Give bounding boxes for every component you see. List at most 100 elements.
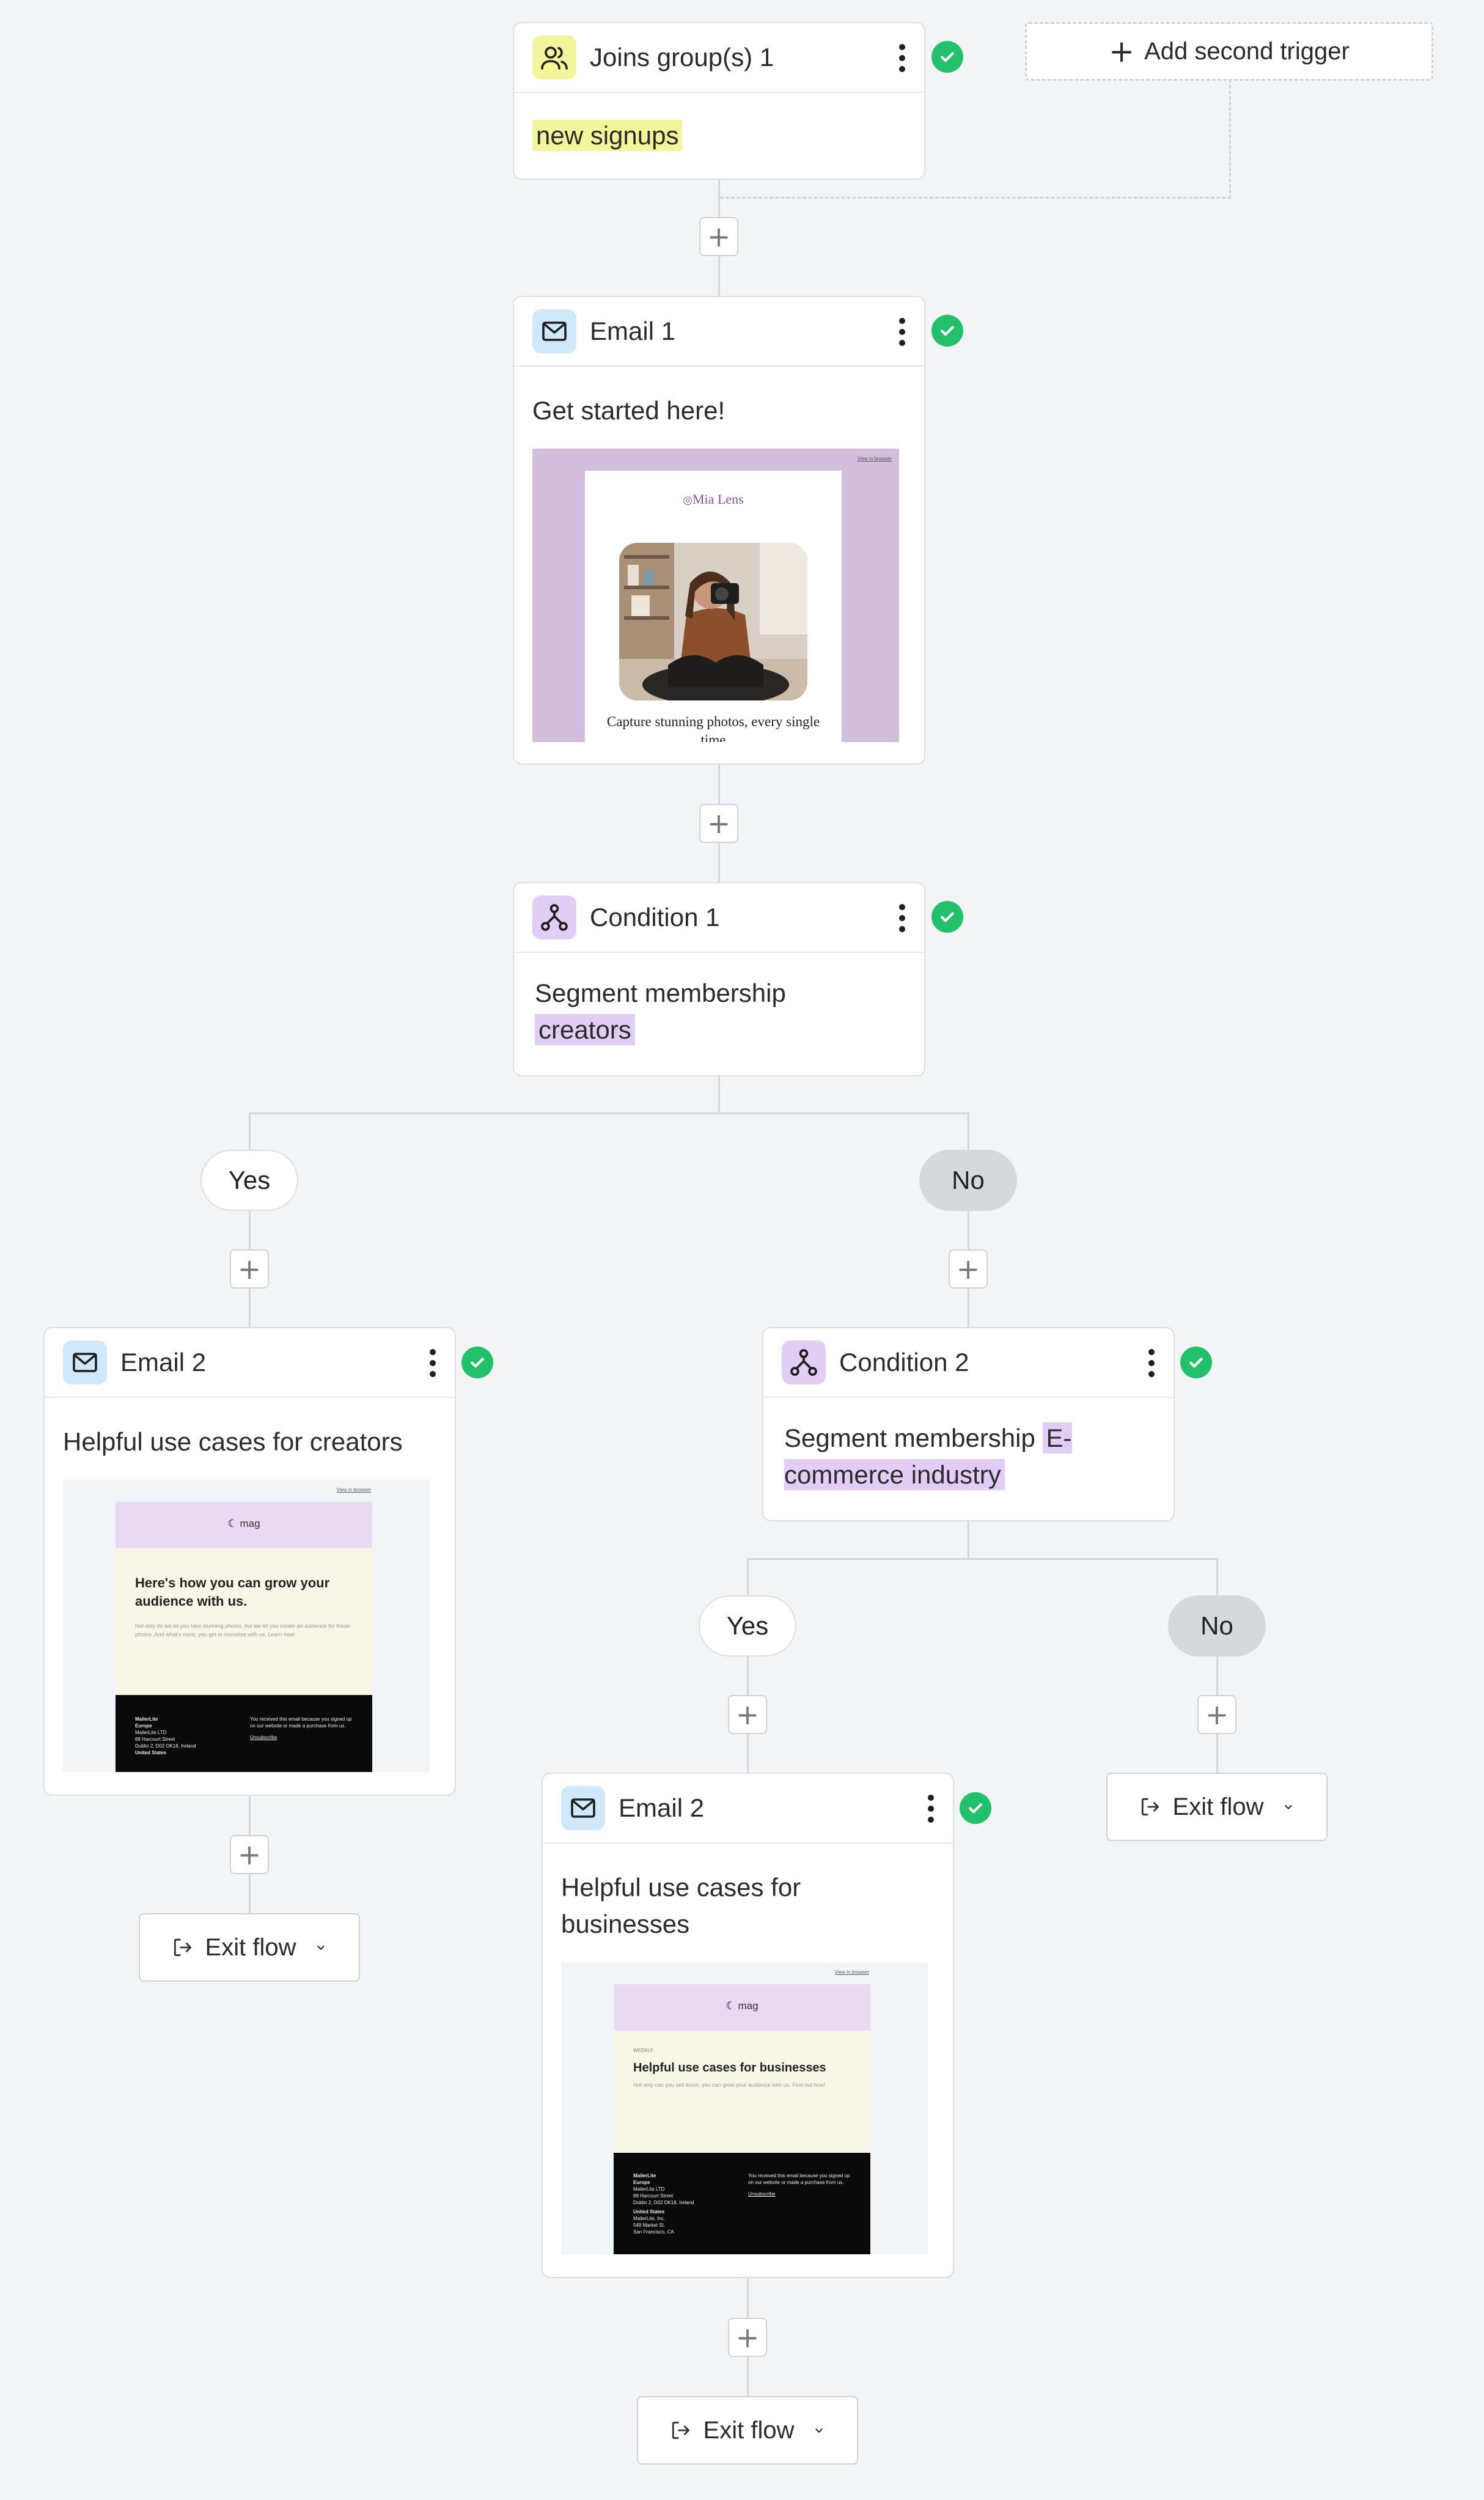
connector-line: [968, 1521, 969, 1559]
add-second-trigger-button[interactable]: + Add second trigger: [1025, 22, 1433, 81]
add-trigger-label: Add second trigger: [1144, 37, 1350, 65]
branch-yes-label: Yes: [200, 1150, 298, 1211]
exit-icon: [1141, 1798, 1159, 1816]
footer-line: Dublin 2, D02 DK18, Ireland: [633, 2200, 694, 2205]
exit-flow-label: Exit flow: [703, 2416, 795, 2444]
more-options-icon[interactable]: [428, 1349, 438, 1377]
split-icon: [532, 895, 576, 939]
more-options-icon[interactable]: [897, 318, 907, 346]
email-card[interactable]: Email 2 Helpful use cases for businesses…: [542, 1773, 954, 2278]
footer-line: 88 Harcourt Street: [633, 2193, 674, 2199]
connector-line: [747, 1558, 749, 1773]
exit-flow-label: Exit flow: [205, 1933, 296, 1961]
connector-line: [249, 1112, 251, 1328]
card-title: Condition 1: [590, 903, 720, 932]
more-options-icon[interactable]: [897, 904, 907, 932]
add-step-button[interactable]: +: [230, 1835, 269, 1874]
email-subject: Get started here!: [532, 396, 725, 425]
chevron-down-icon: [815, 2428, 823, 2433]
email-preview[interactable]: View in browser ☾ mag Here's how you can…: [63, 1480, 430, 1772]
email-header-band: ☾ mag: [116, 1502, 372, 1548]
add-step-button[interactable]: +: [728, 1695, 767, 1734]
email-header-band: ☾ mag: [614, 1984, 870, 2031]
card-header: Email 2: [45, 1328, 455, 1398]
check-icon: [931, 901, 963, 933]
footer-line: MailerLite: [135, 1716, 158, 1722]
card-header: Condition 2: [763, 1328, 1174, 1398]
branch-no-label: No: [919, 1150, 1017, 1211]
add-step-button[interactable]: +: [699, 217, 738, 256]
footer-line: Dublin 2, D02 DK18, Ireland: [135, 1743, 196, 1749]
condition-card[interactable]: Condition 1 Segment membership creators: [513, 882, 925, 1076]
group-value: new signups: [532, 120, 683, 151]
more-options-icon[interactable]: [897, 44, 907, 72]
add-step-button[interactable]: +: [728, 2318, 767, 2357]
footer-line: 88 Harcourt Street: [135, 1737, 175, 1742]
brand-logo: ☾ mag: [725, 2000, 759, 2012]
email-card[interactable]: Email 1 Get started here! View in browse…: [513, 296, 925, 765]
email-preview[interactable]: View in browser ☾ mag WEEKLY Helpful use…: [561, 1962, 928, 2254]
more-options-icon[interactable]: [1147, 1349, 1156, 1377]
email-headline: Here's how you can grow your audience wi…: [135, 1575, 330, 1609]
camera-icon: ◎: [683, 494, 692, 506]
card-header: Email 1: [514, 297, 924, 367]
card-header: Joins group(s) 1: [514, 23, 924, 93]
card-header: Email 2: [543, 1774, 953, 1844]
card-title: Joins group(s) 1: [590, 43, 774, 72]
connector-line: [718, 1076, 720, 1114]
email-subject: Helpful use cases for businesses: [561, 1873, 801, 1938]
exit-icon: [174, 1938, 191, 1957]
add-step-button[interactable]: +: [699, 804, 738, 843]
trigger-connector: [1229, 79, 1231, 199]
footer-line: MailerLite, Inc.: [633, 2216, 666, 2221]
add-step-button[interactable]: +: [949, 1249, 988, 1289]
check-icon: [1180, 1347, 1212, 1378]
footer-line: United States: [135, 1750, 167, 1756]
condition-card[interactable]: Condition 2 Segment membership E-commerc…: [762, 1327, 1175, 1521]
footer-line: United States: [633, 2209, 665, 2215]
exit-flow-button[interactable]: Exit flow: [637, 2396, 858, 2465]
chevron-down-icon: [317, 1946, 325, 1950]
brand-logo: ☾ mag: [227, 1518, 260, 1529]
add-step-button[interactable]: +: [230, 1249, 269, 1289]
plus-icon: +: [1109, 34, 1135, 69]
view-in-browser-link: View in browser: [834, 1969, 869, 1975]
mail-icon: [532, 309, 576, 353]
footer-notice: You received this email because you sign…: [748, 2173, 850, 2185]
segment-value: creators: [535, 1014, 635, 1045]
footer-line: MailerLite LTD: [633, 2186, 665, 2192]
footer-line: Europe: [135, 1723, 152, 1729]
exit-flow-button[interactable]: Exit flow: [1106, 1773, 1328, 1841]
email-headline: Helpful use cases for businesses: [633, 2061, 826, 2075]
branch-no-label: No: [1168, 1595, 1266, 1656]
footer-line: Europe: [633, 2180, 650, 2185]
check-icon: [931, 315, 963, 347]
trigger-connector: [720, 197, 1231, 199]
exit-icon: [672, 2421, 689, 2439]
trigger-card[interactable]: Joins group(s) 1 new signups: [513, 22, 925, 180]
more-options-icon[interactable]: [926, 1795, 936, 1823]
check-icon: [960, 1792, 991, 1824]
connector-line: [747, 1558, 1218, 1560]
footer-line: San Francisco, CA: [633, 2229, 674, 2235]
card-title: Email 2: [619, 1793, 705, 1822]
email-footer: MailerLite Europe MailerLite LTD 88 Harc…: [116, 1695, 372, 1772]
hero-caption: Capture stunning photos, every single ti…: [606, 714, 820, 742]
footer-line: MailerLite LTD: [135, 1730, 167, 1735]
exit-flow-button[interactable]: Exit flow: [139, 1913, 360, 1982]
connector-line: [1216, 1558, 1218, 1773]
email-card[interactable]: Email 2 Helpful use cases for creators V…: [43, 1327, 456, 1796]
add-step-button[interactable]: +: [1197, 1695, 1236, 1734]
mail-icon: [63, 1340, 107, 1384]
email-kicker: WEEKLY: [633, 2048, 653, 2053]
split-icon: [782, 1340, 826, 1384]
check-icon: [931, 41, 963, 73]
email-body-text: Not only can you sell items, you can gro…: [633, 2082, 826, 2088]
email-preview[interactable]: View in browser ◎Mia Lens Capture stunni…: [532, 449, 899, 742]
mail-icon: [561, 1786, 605, 1830]
email-body-text: Not only do we let you take stunning pho…: [135, 1623, 350, 1638]
chevron-down-icon: [1285, 1805, 1293, 1810]
condition-label: Segment membership: [535, 979, 786, 1007]
email-subject: Helpful use cases for creators: [63, 1427, 403, 1456]
view-in-browser-link: View in browser: [857, 456, 892, 461]
